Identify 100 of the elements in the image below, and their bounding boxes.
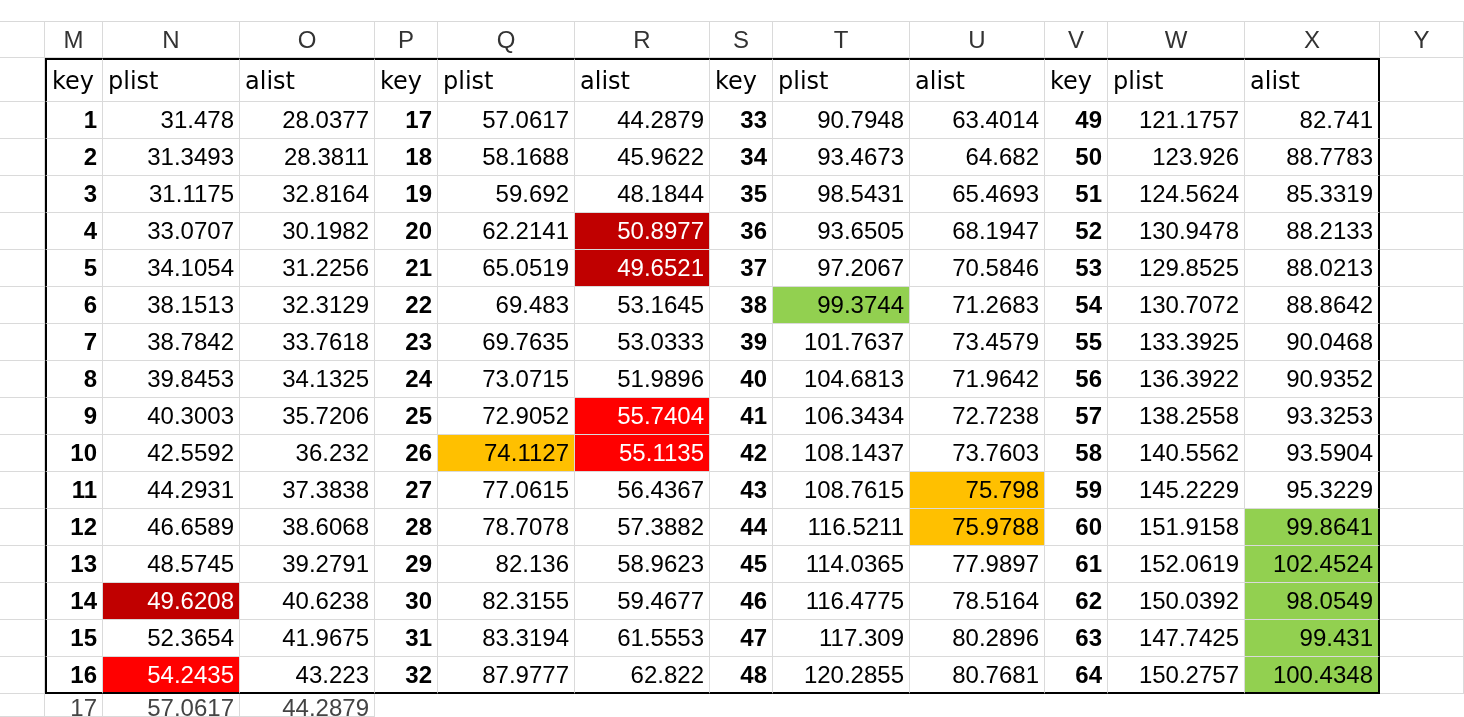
empty-cell bbox=[0, 102, 45, 139]
table-cell: 35.7206 bbox=[240, 398, 375, 435]
table-cell: 85.3319 bbox=[1245, 176, 1380, 213]
empty-cell bbox=[0, 361, 45, 398]
table-cell: 60 bbox=[1045, 509, 1108, 546]
table-cell: 54 bbox=[1045, 287, 1108, 324]
table-cell: 28 bbox=[375, 509, 438, 546]
table-cell: 22 bbox=[375, 287, 438, 324]
table-cell: 55 bbox=[1045, 324, 1108, 361]
empty-cell bbox=[0, 398, 45, 435]
empty-cell bbox=[0, 509, 45, 546]
table-cell: 120.2855 bbox=[773, 657, 910, 694]
table-cell: 11 bbox=[45, 472, 103, 509]
column-header[interactable]: R bbox=[575, 22, 710, 58]
column-header[interactable]: O bbox=[240, 22, 375, 58]
table-cell: 57.3882 bbox=[575, 509, 710, 546]
table-cell: 80.2896 bbox=[910, 620, 1045, 657]
table-cell: 59.692 bbox=[438, 176, 575, 213]
table-cell: 90.9352 bbox=[1245, 361, 1380, 398]
table-cell: 18 bbox=[375, 139, 438, 176]
empty-cell bbox=[0, 287, 45, 324]
table-cell: alist bbox=[910, 58, 1045, 102]
table-cell: 44.2879 bbox=[575, 102, 710, 139]
table-cell: 87.9777 bbox=[438, 657, 575, 694]
table-cell: 64 bbox=[1045, 657, 1108, 694]
table-cell: 32.3129 bbox=[240, 287, 375, 324]
table-cell: 4 bbox=[45, 213, 103, 250]
column-header[interactable]: M bbox=[45, 22, 103, 58]
table-cell: 2 bbox=[45, 139, 103, 176]
table-cell: 41.9675 bbox=[240, 620, 375, 657]
table-cell: 68.1947 bbox=[910, 213, 1045, 250]
table-cell: 71.2683 bbox=[910, 287, 1045, 324]
table-cell: 88.7783 bbox=[1245, 139, 1380, 176]
table-cell: 25 bbox=[375, 398, 438, 435]
table-cell: alist bbox=[240, 58, 375, 102]
table-cell: 58 bbox=[1045, 435, 1108, 472]
table-cell: 83.3194 bbox=[438, 620, 575, 657]
table-cell: 88.2133 bbox=[1245, 213, 1380, 250]
table-cell: 90.0468 bbox=[1245, 324, 1380, 361]
table-cell: 6 bbox=[45, 287, 103, 324]
empty-cell bbox=[0, 583, 45, 620]
column-header[interactable]: T bbox=[773, 22, 910, 58]
empty-cell bbox=[0, 250, 45, 287]
table-cell: plist bbox=[438, 58, 575, 102]
table-cell: 63.4014 bbox=[910, 102, 1045, 139]
table-cell: 34 bbox=[710, 139, 773, 176]
table-cell: 24 bbox=[375, 361, 438, 398]
table-cell: 17 bbox=[375, 102, 438, 139]
table-cell: 54.2435 bbox=[103, 657, 240, 694]
column-header[interactable]: X bbox=[1245, 22, 1380, 58]
table-cell: 50 bbox=[1045, 139, 1108, 176]
table-cell: 36.232 bbox=[240, 435, 375, 472]
table-cell: 19 bbox=[375, 176, 438, 213]
table-cell: 130.9478 bbox=[1108, 213, 1245, 250]
table-cell: 43 bbox=[710, 472, 773, 509]
table-cell: 7 bbox=[45, 324, 103, 361]
table-cell: 51 bbox=[1045, 176, 1108, 213]
table-cell: 129.8525 bbox=[1108, 250, 1245, 287]
table-cell: alist bbox=[575, 58, 710, 102]
table-cell: 74.1127 bbox=[438, 435, 575, 472]
table-cell: 40 bbox=[710, 361, 773, 398]
table-cell: 20 bbox=[375, 213, 438, 250]
column-header[interactable]: S bbox=[710, 22, 773, 58]
table-cell: 133.3925 bbox=[1108, 324, 1245, 361]
table-cell: 114.0365 bbox=[773, 546, 910, 583]
table-cell: key bbox=[1045, 58, 1108, 102]
table-cell: 33 bbox=[710, 102, 773, 139]
table-cell: 70.5846 bbox=[910, 250, 1045, 287]
table-cell: 39.2791 bbox=[240, 546, 375, 583]
table-cell: 53 bbox=[1045, 250, 1108, 287]
table-cell: 61.5553 bbox=[575, 620, 710, 657]
table-cell: 99.8641 bbox=[1245, 509, 1380, 546]
column-header[interactable]: U bbox=[910, 22, 1045, 58]
table-cell: 57 bbox=[1045, 398, 1108, 435]
column-header[interactable]: W bbox=[1108, 22, 1245, 58]
table-cell: 58.1688 bbox=[438, 139, 575, 176]
table-cell: 56 bbox=[1045, 361, 1108, 398]
table-cell: 8 bbox=[45, 361, 103, 398]
empty-cell bbox=[0, 213, 45, 250]
table-cell: 34.1325 bbox=[240, 361, 375, 398]
table-cell: 1 bbox=[45, 102, 103, 139]
empty-cell bbox=[0, 546, 45, 583]
empty-cell bbox=[0, 472, 45, 509]
column-header[interactable]: V bbox=[1045, 22, 1108, 58]
table-cell: 71.9642 bbox=[910, 361, 1045, 398]
table-cell: 63 bbox=[1045, 620, 1108, 657]
table-cell: 69.7635 bbox=[438, 324, 575, 361]
column-header[interactable]: P bbox=[375, 22, 438, 58]
table-cell: 82.3155 bbox=[438, 583, 575, 620]
column-header[interactable]: Q bbox=[438, 22, 575, 58]
column-header[interactable]: Y bbox=[1380, 22, 1464, 58]
table-cell: 121.1757 bbox=[1108, 102, 1245, 139]
column-header[interactable]: N bbox=[103, 22, 240, 58]
table-cell: 82.741 bbox=[1245, 102, 1380, 139]
table-cell: 106.3434 bbox=[773, 398, 910, 435]
table-cell: 40.3003 bbox=[103, 398, 240, 435]
table-cell: 93.3253 bbox=[1245, 398, 1380, 435]
table-cell: plist bbox=[1108, 58, 1245, 102]
table-cell: 21 bbox=[375, 250, 438, 287]
table-cell: 42 bbox=[710, 435, 773, 472]
